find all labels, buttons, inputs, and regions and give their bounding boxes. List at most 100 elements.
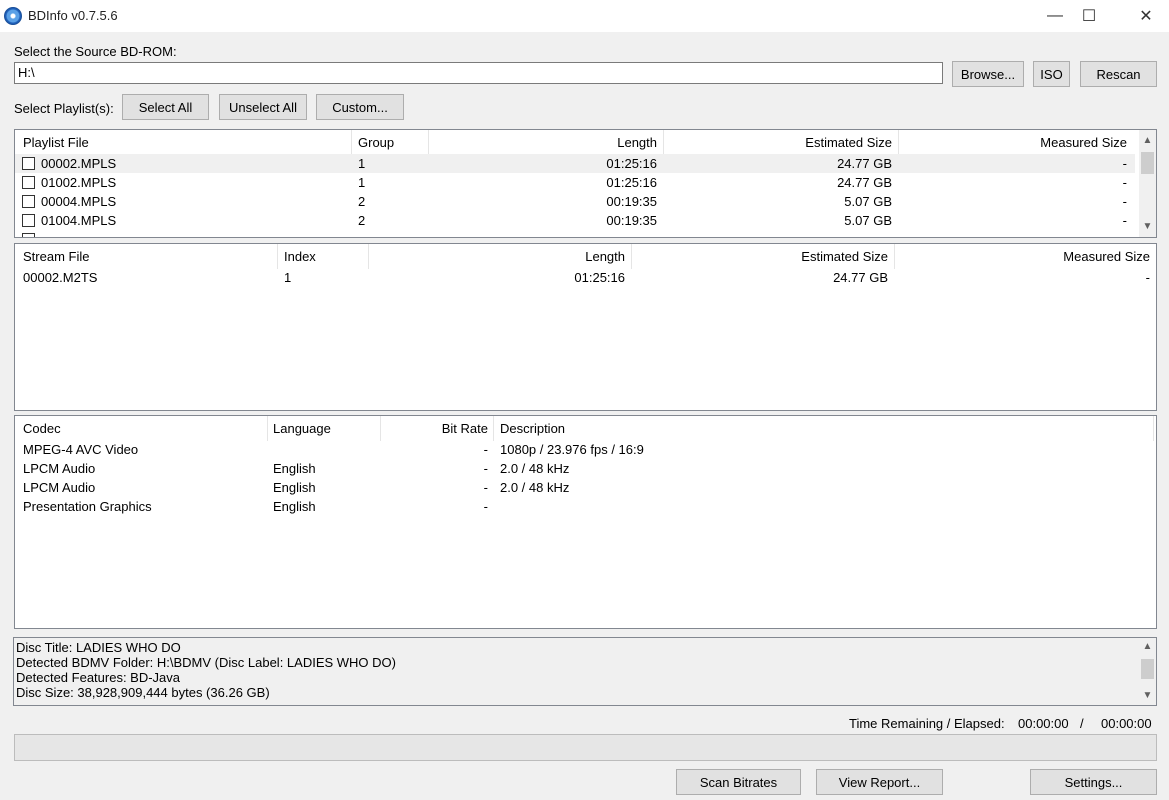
codec-name: LPCM Audio bbox=[23, 480, 96, 495]
playlist-measured: - bbox=[1122, 194, 1127, 209]
codec-description: 1080p / 23.976 fps / 16:9 bbox=[500, 442, 644, 457]
source-label: Select the Source BD-ROM: bbox=[14, 44, 177, 59]
custom-button[interactable]: Custom... bbox=[316, 94, 404, 120]
playlist-checkbox[interactable] bbox=[22, 214, 35, 227]
playlist-group: 2 bbox=[358, 213, 366, 228]
playlist-group: 1 bbox=[358, 175, 366, 190]
log-scrollbar[interactable]: ▲ ▼ bbox=[1139, 638, 1156, 705]
codec-language: English bbox=[273, 480, 316, 495]
unselect-all-button[interactable]: Unselect All bbox=[219, 94, 307, 120]
playlist-row[interactable]: 00002.MPLS 1 01:25:16 24.77 GB - bbox=[15, 154, 1135, 173]
stream-file-list[interactable]: Stream File Index Length Estimated Size … bbox=[14, 243, 1157, 411]
scroll-down-icon[interactable]: ▼ bbox=[1139, 687, 1156, 704]
col-length[interactable]: Length bbox=[369, 244, 631, 269]
playlist-file: 01002.MPLS bbox=[41, 175, 117, 190]
playlist-list[interactable]: Playlist File Group Length Estimated Siz… bbox=[14, 129, 1157, 238]
scroll-down-icon[interactable]: ▼ bbox=[1139, 218, 1156, 235]
time-remaining: 00:00:00 bbox=[1018, 716, 1069, 731]
playlist-estimated: 24.77 GB bbox=[837, 156, 892, 171]
playlist-estimated: 24.77 GB bbox=[837, 175, 892, 190]
playlist-measured: - bbox=[1122, 175, 1127, 190]
log-line: Disc Title: LADIES WHO DO bbox=[16, 640, 181, 655]
stream-index: 1 bbox=[284, 270, 292, 285]
col-playlist-file[interactable]: Playlist File bbox=[17, 130, 95, 155]
scroll-up-icon[interactable]: ▲ bbox=[1139, 132, 1156, 149]
playlist-length: 00:19:35 bbox=[606, 194, 657, 209]
playlist-row[interactable]: 01002.MPLS 1 01:25:16 24.77 GB - bbox=[15, 173, 1135, 192]
stream-row[interactable]: 00002.M2TS 1 01:25:16 24.77 GB - bbox=[15, 268, 1156, 287]
select-playlists-label: Select Playlist(s): bbox=[14, 101, 114, 116]
scroll-thumb[interactable] bbox=[1141, 152, 1154, 174]
iso-button[interactable]: ISO bbox=[1033, 61, 1070, 87]
codec-bitrate: - bbox=[483, 499, 488, 514]
stream-measured: - bbox=[1145, 270, 1150, 285]
view-report-button[interactable]: View Report... bbox=[816, 769, 943, 795]
playlist-length: 01:25:16 bbox=[606, 175, 657, 190]
codec-row[interactable]: MPEG-4 AVC Video - 1080p / 23.976 fps / … bbox=[15, 440, 1156, 459]
settings-button[interactable]: Settings... bbox=[1030, 769, 1157, 795]
playlist-checkbox[interactable] bbox=[22, 176, 35, 189]
codec-list[interactable]: Codec Language Bit Rate Description MPEG… bbox=[14, 415, 1157, 629]
time-label: Time Remaining / Elapsed: bbox=[849, 716, 1005, 731]
codec-row[interactable]: Presentation Graphics English - bbox=[15, 497, 1156, 516]
title-bar: BDInfo v0.7.5.6 — ☐ ✕ bbox=[0, 0, 1169, 32]
playlist-file: 00004.MPLS bbox=[41, 194, 117, 209]
codec-description: 2.0 / 48 kHz bbox=[500, 461, 570, 476]
playlist-measured: - bbox=[1122, 213, 1127, 228]
source-path-input[interactable]: H:\ bbox=[14, 62, 943, 84]
col-estimated-size[interactable]: Estimated Size bbox=[664, 130, 898, 155]
playlist-estimated: 5.07 GB bbox=[844, 194, 892, 209]
rescan-button[interactable]: Rescan bbox=[1080, 61, 1157, 87]
disc-info-log[interactable]: Disc Title: LADIES WHO DO Detected BDMV … bbox=[13, 637, 1157, 706]
stream-length: 01:25:16 bbox=[574, 270, 625, 285]
playlist-checkbox[interactable] bbox=[22, 195, 35, 208]
browse-button[interactable]: Browse... bbox=[952, 61, 1024, 87]
maximize-button[interactable]: ☐ bbox=[1066, 0, 1112, 32]
log-line: Disc Size: 38,928,909,444 bytes (36.26 G… bbox=[16, 685, 270, 700]
col-language[interactable]: Language bbox=[267, 416, 337, 441]
col-description[interactable]: Description bbox=[494, 416, 571, 441]
playlist-file: 00002.MPLS bbox=[41, 156, 117, 171]
codec-row[interactable]: LPCM Audio English - 2.0 / 48 kHz bbox=[15, 459, 1156, 478]
scan-progress-bar bbox=[14, 734, 1157, 761]
codec-bitrate: - bbox=[483, 442, 488, 457]
playlist-scrollbar[interactable]: ▲ ▼ bbox=[1139, 130, 1156, 237]
playlist-length: 01:25:16 bbox=[606, 156, 657, 171]
time-elapsed: 00:00:00 bbox=[1101, 716, 1152, 731]
playlist-row[interactable]: 00004.MPLS 2 00:19:35 5.07 GB - bbox=[15, 192, 1135, 211]
col-measured-size[interactable]: Measured Size bbox=[895, 244, 1156, 269]
col-codec[interactable]: Codec bbox=[17, 416, 67, 441]
scroll-thumb[interactable] bbox=[1141, 659, 1154, 679]
select-all-button[interactable]: Select All bbox=[122, 94, 209, 120]
col-measured-size[interactable]: Measured Size bbox=[899, 130, 1133, 155]
time-separator: / bbox=[1080, 716, 1084, 731]
col-stream-file[interactable]: Stream File bbox=[17, 244, 95, 269]
playlist-group: 2 bbox=[358, 194, 366, 209]
log-line: Detected BDMV Folder: H:\BDMV (Disc Labe… bbox=[16, 655, 396, 670]
col-estimated-size[interactable]: Estimated Size bbox=[632, 244, 894, 269]
scroll-up-icon[interactable]: ▲ bbox=[1139, 638, 1156, 655]
codec-row[interactable]: LPCM Audio English - 2.0 / 48 kHz bbox=[15, 478, 1156, 497]
playlist-row[interactable]: 01004.MPLS 2 00:19:35 5.07 GB - bbox=[15, 211, 1135, 230]
window-title: BDInfo v0.7.5.6 bbox=[28, 8, 118, 23]
codec-language: English bbox=[273, 461, 316, 476]
scan-bitrates-button[interactable]: Scan Bitrates bbox=[676, 769, 801, 795]
playlist-checkbox[interactable] bbox=[22, 157, 35, 170]
close-button[interactable]: ✕ bbox=[1123, 0, 1169, 32]
codec-bitrate: - bbox=[483, 461, 488, 476]
col-bit-rate[interactable]: Bit Rate bbox=[381, 416, 494, 441]
bdinfo-disc-icon bbox=[4, 7, 22, 25]
playlist-estimated: 5.07 GB bbox=[844, 213, 892, 228]
playlist-checkbox bbox=[22, 233, 35, 237]
playlist-row-partial bbox=[15, 230, 1135, 237]
log-line: Detected Features: BD-Java bbox=[16, 670, 181, 685]
codec-description: 2.0 / 48 kHz bbox=[500, 480, 570, 495]
col-group[interactable]: Group bbox=[352, 130, 400, 155]
codec-name: MPEG-4 AVC Video bbox=[23, 442, 139, 457]
playlist-measured: - bbox=[1122, 156, 1127, 171]
stream-estimated: 24.77 GB bbox=[833, 270, 888, 285]
playlist-length: 00:19:35 bbox=[606, 213, 657, 228]
col-index[interactable]: Index bbox=[278, 244, 322, 269]
codec-bitrate: - bbox=[483, 480, 488, 495]
col-length[interactable]: Length bbox=[429, 130, 663, 155]
